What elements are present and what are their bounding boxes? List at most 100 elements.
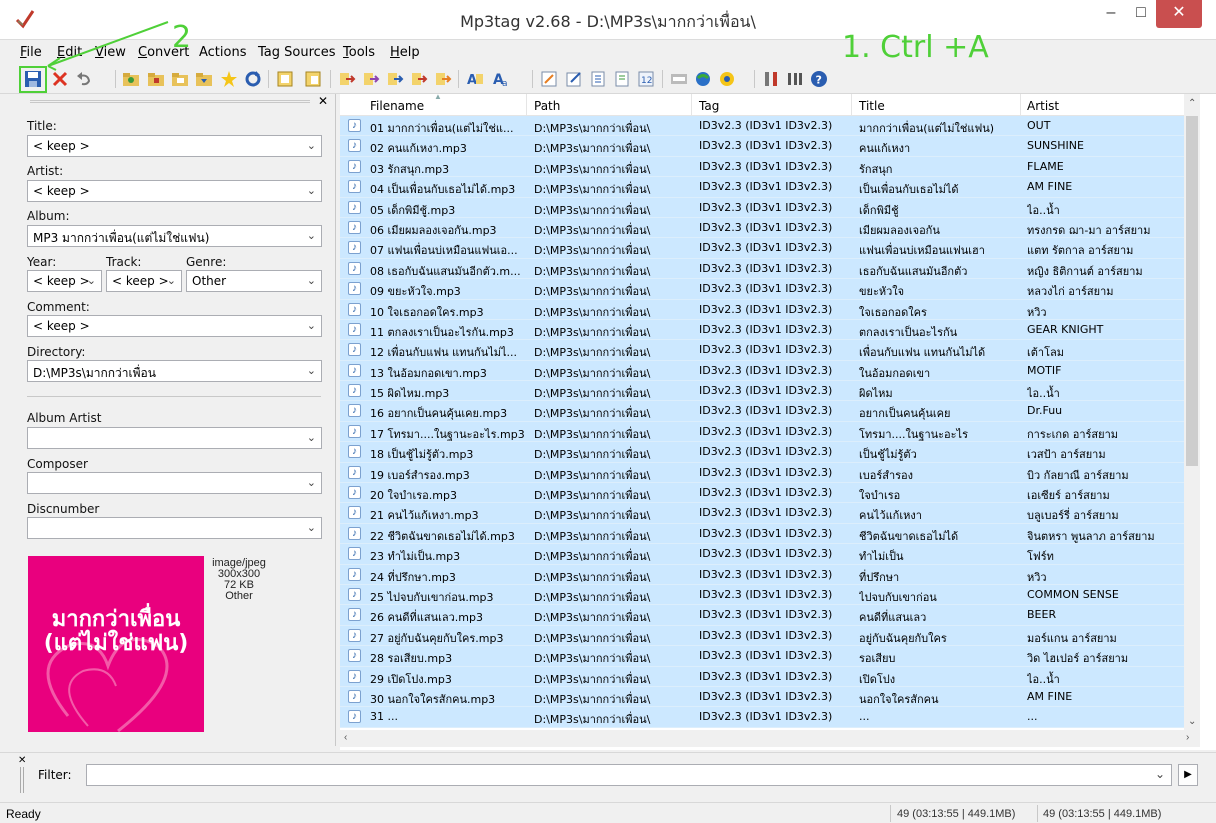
scroll-left-icon[interactable]: ‹ — [344, 732, 347, 743]
comment-field[interactable]: < keep > ⌄ — [27, 315, 322, 337]
table-row[interactable]: ♪ 13 ในอ้อมกอดเขา.mp3 D:\MP3s\มากกว่าเพื่อ… — [340, 360, 1185, 382]
filter-close-icon[interactable]: ✕ — [18, 755, 26, 766]
cell-path: D:\MP3s\มากกว่าเพื่อน\ — [534, 611, 651, 625]
column-tag[interactable]: Tag — [699, 99, 719, 113]
year-field[interactable]: < keep > ⌄ — [27, 270, 102, 292]
cell-artist: จินตหรา พูนลาภ อาร์สยาม — [1027, 529, 1155, 543]
album-field[interactable]: MP3 มากกว่าเพื่อน(แต่ไม่ใช่แฟน) ⌄ — [27, 225, 322, 247]
column-title[interactable]: Title — [859, 99, 885, 113]
cell-artist: แตท รัตกาล อาร์สยาม — [1027, 244, 1134, 258]
cell-path: D:\MP3s\มากกว่าเพื่อน\ — [534, 550, 651, 564]
vertical-scrollbar[interactable]: ⌃ ⌄ — [1184, 94, 1200, 730]
table-row[interactable]: ♪ 22 ชีวิตฉันขาดเธอไม่ได้.mp3 D:\MP3s\มากก… — [340, 523, 1185, 545]
genre-field[interactable]: Other ⌄ — [186, 270, 322, 292]
directory-label: Directory: — [27, 345, 86, 359]
table-row[interactable]: ♪ 18 เป็นชู้ไม่รู้ตัว.mp3 D:\MP3s\มากกว่าเ… — [340, 442, 1185, 463]
table-row[interactable]: ♪ 10 ใจเธอกอดใคร.mp3 D:\MP3s\มากกว่าเพื่อน… — [340, 299, 1185, 320]
table-row[interactable]: ♪ 21 คนไว้แก้เหงา.mp3 D:\MP3s\มากกว่าเพื่อ… — [340, 503, 1185, 524]
cell-filename: 03 รักสนุก.mp3 — [370, 162, 450, 176]
cell-artist: บลูเบอร์รี่ อาร์สยาม — [1027, 509, 1119, 523]
table-row[interactable]: ♪ 20 ใจบำเรอ.mp3 D:\MP3s\มากกว่าเพื่อน\ ID3… — [340, 483, 1185, 504]
table-row[interactable]: ♪ 09 ขยะหัวใจ.mp3 D:\MP3s\มากกว่าเพื่อน\ ID… — [340, 279, 1185, 300]
cell-path: D:\MP3s\มากกว่าเพื่อน\ — [534, 448, 651, 462]
table-row[interactable]: ♪ 04 เป็นเพื่อนกับเธอไม่ได้.mp3 D:\MP3s\มา… — [340, 177, 1185, 198]
cell-artist: ไอ..น้ำ — [1027, 387, 1060, 401]
table-row[interactable]: ♪ 31 ... D:\MP3s\มากกว่าเพื่อน\ ID3v2.3 (ID… — [340, 707, 1185, 728]
cell-artist: เวสป้า อาร์สยาม — [1027, 448, 1106, 462]
table-row[interactable]: ♪ 30 นอกใจใครสักคน.mp3 D:\MP3s\มากกว่าเพื่… — [340, 686, 1185, 708]
audio-file-icon: ♪ — [348, 587, 361, 601]
artist-field[interactable]: < keep > ⌄ — [27, 180, 322, 202]
artist-label: Artist: — [27, 164, 64, 178]
composer-field[interactable]: ⌄ — [27, 472, 322, 494]
horizontal-scrollbar[interactable]: ‹ › — [340, 730, 1200, 747]
table-row[interactable]: ♪ 11 ตกลงเราเป็นอะไรกัน.mp3 D:\MP3s\มากกว่… — [340, 319, 1185, 341]
table-row[interactable]: ♪ 23 ทำไม่เป็น.mp3 D:\MP3s\มากกว่าเพื่อน\ I… — [340, 544, 1185, 565]
table-row[interactable]: ♪ 29 เปิดโปง.mp3 D:\MP3s\มากกว่าเพื่อน\ ID3… — [340, 666, 1185, 687]
cell-artist: วิด ไฮเปอร์ อาร์สยาม — [1027, 652, 1129, 666]
cell-title: รอเสียบ — [859, 652, 896, 666]
cell-path: D:\MP3s\มากกว่าเพื่อน\ — [534, 489, 651, 503]
table-row[interactable]: ♪ 12 เพื่อนกับแฟน แทนกันไม่ไ... D:\MP3s\มา… — [340, 340, 1185, 361]
scroll-down-icon[interactable]: ⌄ — [1188, 716, 1196, 727]
scroll-thumb[interactable] — [1186, 116, 1198, 466]
cell-filename: 09 ขยะหัวใจ.mp3 — [370, 285, 461, 299]
discnumber-field[interactable]: ⌄ — [27, 517, 322, 539]
cell-tag: ID3v2.3 (ID3v1 ID3v2.3) — [699, 506, 833, 520]
table-row[interactable]: ♪ 02 คนแก้เหงา.mp3 D:\MP3s\มากกว่าเพื่อน\ I… — [340, 136, 1185, 157]
table-row[interactable]: ♪ 27 อยู่กับฉันคุยกับใคร.mp3 D:\MP3s\มากกว… — [340, 625, 1185, 647]
year-label: Year: — [27, 255, 57, 269]
audio-file-icon: ♪ — [348, 628, 361, 642]
cell-tag: ID3v2.3 (ID3v1 ID3v2.3) — [699, 139, 833, 153]
audio-file-icon: ♪ — [348, 384, 361, 398]
table-row[interactable]: ♪ 19 เบอร์สำรอง.mp3 D:\MP3s\มากกว่าเพื่อน\… — [340, 462, 1185, 484]
audio-file-icon: ♪ — [348, 506, 361, 520]
table-row[interactable]: ♪ 06 เมียผมลองเจอกัน.mp3 D:\MP3s\มากกว่าเพ… — [340, 217, 1185, 239]
chevron-down-icon[interactable]: ⌄ — [1155, 767, 1165, 781]
cell-path: D:\MP3s\มากกว่าเพื่อน\ — [534, 427, 651, 441]
table-row[interactable]: ♪ 07 แฟนเพื่อนบ่เหมือนแฟนเอ... D:\MP3s\มาก… — [340, 238, 1185, 259]
audio-file-icon: ♪ — [348, 180, 361, 194]
scroll-right-icon[interactable]: › — [1186, 732, 1189, 743]
track-field[interactable]: < keep > ⌄ — [106, 270, 182, 292]
title-field[interactable]: < keep > ⌄ — [27, 135, 322, 157]
cell-path: D:\MP3s\มากกว่าเพื่อน\ — [534, 142, 651, 156]
column-artist[interactable]: Artist — [1027, 99, 1059, 113]
table-row[interactable]: ♪ 24 ที่ปรึกษา.mp3 D:\MP3s\มากกว่าเพื่อน\ I… — [340, 564, 1185, 585]
panel-grip[interactable] — [30, 100, 310, 103]
album-artist-field[interactable]: ⌄ — [27, 427, 322, 449]
cell-tag: ID3v2.3 (ID3v1 ID3v2.3) — [699, 486, 833, 500]
cell-tag: ID3v2.3 (ID3v1 ID3v2.3) — [699, 547, 833, 561]
table-row[interactable]: ♪ 01 มากกว่าเพื่อน(แต่ไม่ใช่แ... D:\MP3s\ม… — [340, 116, 1185, 137]
table-row[interactable]: ♪ 26 คนดีที่แสนเลว.mp3 D:\MP3s\มากกว่าเพื่… — [340, 605, 1185, 626]
cover-type: Other — [225, 590, 253, 602]
cell-path: D:\MP3s\มากกว่าเพื่อน\ — [534, 122, 651, 135]
filter-go-button[interactable]: ▶ — [1178, 764, 1198, 786]
filter-grip[interactable] — [20, 767, 24, 793]
table-row[interactable]: ♪ 28 รอเสียบ.mp3 D:\MP3s\มากกว่าเพื่อน\ ID3… — [340, 646, 1185, 667]
cell-filename: 15 ผิดไหม.mp3 — [370, 387, 450, 401]
cell-filename: 22 ชีวิตฉันขาดเธอไม่ได้.mp3 — [370, 529, 515, 543]
table-row[interactable]: ♪ 17 โทรมา....ในฐานะอะไร.mp3 D:\MP3s\มากกว… — [340, 421, 1185, 443]
cell-title: เมียผมลองเจอกัน — [859, 223, 940, 237]
cell-tag: ID3v2.3 (ID3v1 ID3v2.3) — [699, 241, 833, 255]
table-row[interactable]: ♪ 25 ไปจบกับเขาก่อน.mp3 D:\MP3s\มากกว่าเพื… — [340, 584, 1185, 606]
table-row[interactable]: ♪ 03 รักสนุก.mp3 D:\MP3s\มากกว่าเพื่อน\ ID3… — [340, 156, 1185, 178]
composer-label: Composer — [27, 457, 88, 471]
cell-filename: 10 ใจเธอกอดใคร.mp3 — [370, 305, 484, 319]
album-cover[interactable]: มากกว่าเพื่อน (แต่ไม่ใช่แฟน) — [28, 556, 204, 732]
table-row[interactable]: ♪ 08 เธอกับฉันแสนมันอีกตัว.m... D:\MP3s\มา… — [340, 258, 1185, 280]
column-path[interactable]: Path — [534, 99, 560, 113]
cell-filename: 13 ในอ้อมกอดเขา.mp3 — [370, 366, 487, 380]
table-row[interactable]: ♪ 16 อยากเป็นคนคุ้นเคย.mp3 D:\MP3s\มากกว่า… — [340, 401, 1185, 422]
table-row[interactable]: ♪ 15 ผิดไหม.mp3 D:\MP3s\มากกว่าเพื่อน\ ID3v… — [340, 381, 1185, 402]
column-filename[interactable]: Filename — [370, 99, 424, 113]
audio-file-icon: ♪ — [348, 465, 361, 479]
filter-input[interactable]: ⌄ — [86, 764, 1172, 786]
table-row[interactable]: ♪ 05 เด็กพิมีชู้.mp3 D:\MP3s\มากกว่าเพื่อน… — [340, 197, 1185, 218]
directory-field[interactable]: D:\MP3s\มากกว่าเพื่อน ⌄ — [27, 360, 322, 382]
cell-tag: ID3v2.3 (ID3v1 ID3v2.3) — [699, 445, 833, 459]
cell-filename: 19 เบอร์สำรอง.mp3 — [370, 468, 470, 482]
cell-path: D:\MP3s\มากกว่าเพื่อน\ — [534, 590, 651, 604]
chevron-down-icon: ⌄ — [306, 431, 316, 444]
